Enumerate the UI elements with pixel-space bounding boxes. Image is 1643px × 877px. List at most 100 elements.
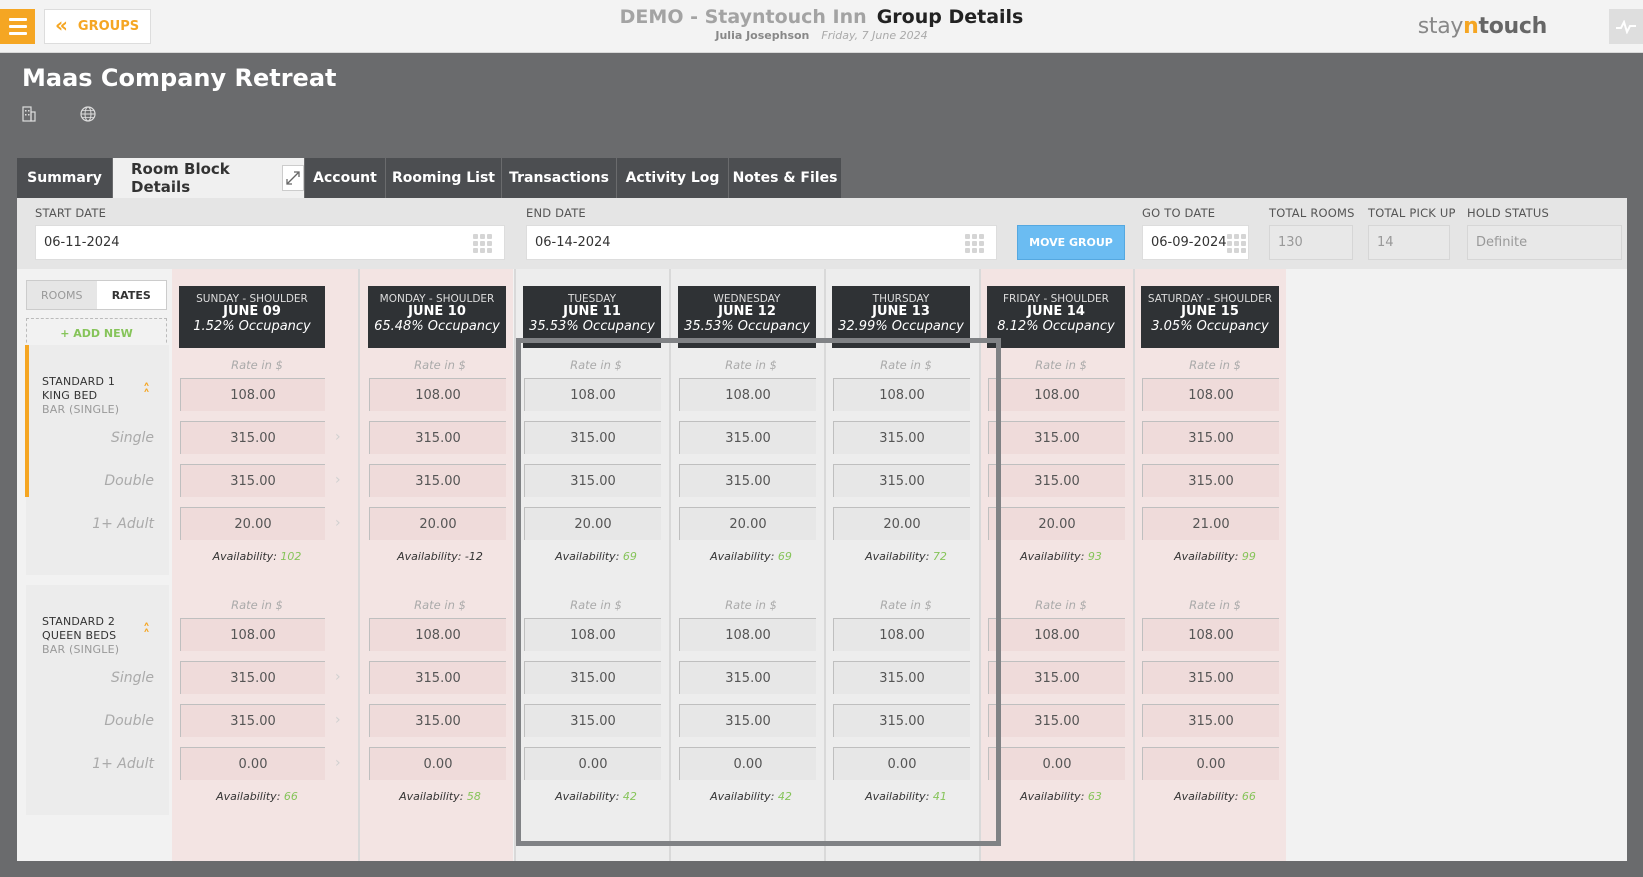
rate-input-extra[interactable]: 0.00 bbox=[1142, 747, 1279, 780]
chevron-right-icon[interactable]: › bbox=[335, 472, 341, 488]
calendar-icon[interactable] bbox=[965, 234, 984, 253]
end-date-field[interactable]: 06-14-2024 bbox=[526, 225, 997, 260]
rate-input-single[interactable]: 315.00 bbox=[180, 661, 325, 694]
rate-input-single[interactable]: 315.00 bbox=[988, 421, 1125, 454]
start-date-field[interactable]: 06-11-2024 bbox=[35, 225, 505, 260]
rate-input-extra[interactable]: 20.00 bbox=[524, 507, 661, 540]
tab-room-block-details[interactable]: Room Block Details bbox=[113, 158, 304, 198]
availability: Availability: 42 bbox=[670, 790, 832, 803]
rate-input-single[interactable]: 315.00 bbox=[1142, 421, 1279, 454]
toggle-rates[interactable]: RATES bbox=[96, 281, 166, 309]
rate-input-rate[interactable]: 108.00 bbox=[988, 378, 1125, 411]
rate-input-rate[interactable]: 108.00 bbox=[524, 618, 661, 651]
tab-activity-log[interactable]: Activity Log bbox=[617, 158, 728, 198]
chevron-right-icon[interactable]: › bbox=[335, 712, 341, 728]
rate-input-rate[interactable]: 108.00 bbox=[679, 618, 816, 651]
rate-input-double[interactable]: 315.00 bbox=[1142, 704, 1279, 737]
rate-input-single[interactable]: 315.00 bbox=[988, 661, 1125, 694]
calendar-icon[interactable] bbox=[1227, 234, 1246, 253]
rate-input-extra[interactable]: 20.00 bbox=[369, 507, 506, 540]
day-header[interactable]: MONDAY - SHOULDER JUNE 10 65.48% Occupancy bbox=[368, 286, 506, 348]
move-group-button[interactable]: MOVE GROUP bbox=[1017, 225, 1125, 260]
rate-input-single[interactable]: 315.00 bbox=[524, 421, 661, 454]
rate-input-single[interactable]: 315.00 bbox=[833, 421, 970, 454]
rate-input-single[interactable]: 315.00 bbox=[833, 661, 970, 694]
rate-input-extra[interactable]: 20.00 bbox=[833, 507, 970, 540]
rate-input-rate[interactable]: 108.00 bbox=[1142, 618, 1279, 651]
toggle-rooms[interactable]: ROOMS bbox=[27, 281, 97, 309]
rate-input-single[interactable]: 315.00 bbox=[180, 421, 325, 454]
rate-input-extra[interactable]: 0.00 bbox=[833, 747, 970, 780]
building-icon[interactable] bbox=[22, 106, 36, 122]
rate-input-double[interactable]: 315.00 bbox=[988, 464, 1125, 497]
chevron-right-icon[interactable]: › bbox=[335, 755, 341, 771]
rooms-rates-toggle[interactable]: ROOMS RATES bbox=[26, 280, 167, 310]
rate-input-extra[interactable]: 21.00 bbox=[1142, 507, 1279, 540]
rate-in-dollars-label: Rate in $ bbox=[880, 358, 932, 372]
rate-input-double[interactable]: 315.00 bbox=[369, 464, 506, 497]
rate-input-rate[interactable]: 108.00 bbox=[679, 378, 816, 411]
rate-input-single[interactable]: 315.00 bbox=[524, 661, 661, 694]
rate-input-double[interactable]: 315.00 bbox=[988, 704, 1125, 737]
rate-input-extra[interactable]: 0.00 bbox=[988, 747, 1125, 780]
availability-count: 69 bbox=[622, 550, 637, 563]
availability-label: Availability: bbox=[212, 550, 277, 563]
chevron-right-icon[interactable]: › bbox=[335, 429, 341, 445]
rate-input-double[interactable]: 315.00 bbox=[180, 704, 325, 737]
rate-input-rate[interactable]: 108.00 bbox=[1142, 378, 1279, 411]
rate-input-single[interactable]: 315.00 bbox=[369, 661, 506, 694]
rate-input-double[interactable]: 315.00 bbox=[679, 704, 816, 737]
tab-transactions[interactable]: Transactions bbox=[502, 158, 616, 198]
day-header[interactable]: SATURDAY - SHOULDER JUNE 15 3.05% Occupanc… bbox=[1141, 286, 1279, 348]
rate-input-extra[interactable]: 0.00 bbox=[180, 747, 325, 780]
rate-input-double[interactable]: 315.00 bbox=[833, 704, 970, 737]
rate-input-rate[interactable]: 108.00 bbox=[833, 378, 970, 411]
rate-input-extra[interactable]: 0.00 bbox=[679, 747, 816, 780]
rate-input-rate[interactable]: 108.00 bbox=[369, 378, 506, 411]
rate-input-double[interactable]: 315.00 bbox=[833, 464, 970, 497]
day-header[interactable]: THURSDAY JUNE 13 32.99% Occupancy bbox=[832, 286, 970, 348]
calendar-icon[interactable] bbox=[473, 234, 492, 253]
rate-input-double[interactable]: 315.00 bbox=[524, 464, 661, 497]
hold-status-field[interactable]: Definite bbox=[1467, 225, 1622, 260]
rate-input-rate[interactable]: 108.00 bbox=[180, 378, 325, 411]
rate-input-double[interactable]: 315.00 bbox=[1142, 464, 1279, 497]
rate-input-double[interactable]: 315.00 bbox=[679, 464, 816, 497]
rate-input-rate[interactable]: 108.00 bbox=[988, 618, 1125, 651]
add-new-room-type-button[interactable]: + ADD NEW bbox=[26, 318, 167, 348]
rate-input-single[interactable]: 315.00 bbox=[369, 421, 506, 454]
availability-count: 102 bbox=[280, 550, 302, 563]
tab-rooming-list[interactable]: Rooming List bbox=[386, 158, 501, 198]
expand-icon[interactable] bbox=[281, 165, 304, 191]
rate-input-extra[interactable]: 0.00 bbox=[524, 747, 661, 780]
rate-input-double[interactable]: 315.00 bbox=[369, 704, 506, 737]
rate-input-rate[interactable]: 108.00 bbox=[369, 618, 506, 651]
rate-input-extra[interactable]: 20.00 bbox=[180, 507, 325, 540]
tab-account[interactable]: Account bbox=[305, 158, 385, 198]
chevron-right-icon[interactable]: › bbox=[335, 669, 341, 685]
availability: Availability: 93 bbox=[980, 550, 1142, 563]
tab-summary[interactable]: Summary bbox=[17, 158, 112, 198]
rate-input-extra[interactable]: 0.00 bbox=[369, 747, 506, 780]
chevron-right-icon[interactable]: › bbox=[335, 515, 341, 531]
rate-input-double[interactable]: 315.00 bbox=[180, 464, 325, 497]
rate-input-rate[interactable]: 108.00 bbox=[524, 378, 661, 411]
day-header[interactable]: TUESDAY JUNE 11 35.53% Occupancy bbox=[523, 286, 661, 348]
rate-input-extra[interactable]: 20.00 bbox=[988, 507, 1125, 540]
rate-input-single[interactable]: 315.00 bbox=[1142, 661, 1279, 694]
rate-input-extra[interactable]: 20.00 bbox=[679, 507, 816, 540]
activity-pulse-button[interactable] bbox=[1609, 9, 1643, 44]
rate-input-rate[interactable]: 108.00 bbox=[180, 618, 325, 651]
day-header[interactable]: WEDNESDAY JUNE 12 35.53% Occupancy bbox=[678, 286, 816, 348]
day-header[interactable]: SUNDAY - SHOULDER JUNE 09 1.52% Occupancy bbox=[179, 286, 325, 348]
rate-input-double[interactable]: 315.00 bbox=[524, 704, 661, 737]
go-to-date-field[interactable]: 06-09-2024 bbox=[1142, 225, 1249, 260]
collapse-chevron-icon[interactable]: ˄ ˄ bbox=[143, 383, 150, 403]
rate-input-single[interactable]: 315.00 bbox=[679, 661, 816, 694]
rate-input-single[interactable]: 315.00 bbox=[679, 421, 816, 454]
day-header[interactable]: FRIDAY - SHOULDER JUNE 14 8.12% Occupancy bbox=[987, 286, 1125, 348]
rate-input-rate[interactable]: 108.00 bbox=[833, 618, 970, 651]
tab-notes-files[interactable]: Notes & Files bbox=[729, 158, 841, 198]
collapse-chevron-icon[interactable]: ˄ ˄ bbox=[143, 623, 150, 643]
globe-icon[interactable] bbox=[80, 106, 96, 122]
